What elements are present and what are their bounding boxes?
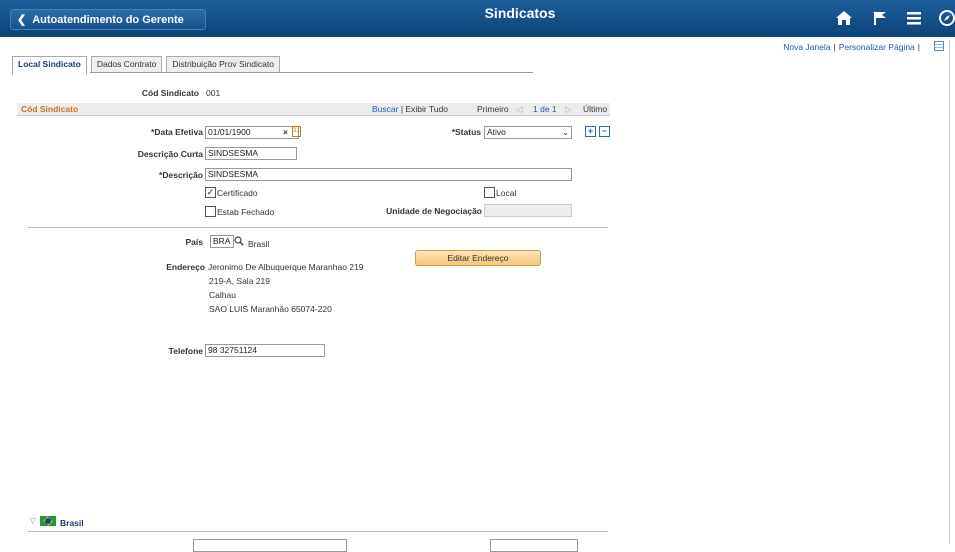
bargaining-unit-label: Unidade de Negociação (386, 206, 482, 216)
country-name: Brasil (248, 239, 270, 249)
bargaining-unit-field (484, 204, 572, 217)
collapse-triangle-icon[interactable]: ▽ (30, 517, 35, 525)
new-window-link[interactable]: Nova Janela (783, 42, 830, 52)
find-link[interactable]: Buscar (372, 104, 398, 114)
menu-icon[interactable] (905, 9, 923, 27)
certified-checkbox[interactable]: ✓ (205, 187, 216, 198)
row-counter: 1 de 1 (533, 104, 557, 114)
address-line-2: 219-A, Sala 219 (209, 276, 270, 286)
tab-distribuicao-prov[interactable]: Distribuição Prov Sindicato (166, 56, 280, 73)
address-label: Endereço (166, 262, 205, 272)
country-code-value: BRA (213, 236, 231, 246)
short-description-value: SINDSESMA (208, 148, 259, 158)
description-input[interactable]: SINDSESMA (205, 168, 572, 181)
description-label: *Descrição (159, 170, 203, 180)
local-label: Local (496, 188, 517, 198)
header-links: Nova Janela | Personalizar Página | (783, 42, 920, 52)
bottom-input-2[interactable] (490, 539, 578, 552)
country-label: País (185, 237, 204, 247)
tab-local-sindicato[interactable]: Local Sindicato (12, 56, 87, 75)
scrollbar[interactable] (949, 40, 950, 544)
status-value: Ativo (487, 127, 506, 137)
navbar-compass-icon[interactable] (938, 9, 955, 27)
bottom-input-1[interactable] (193, 539, 347, 552)
prev-arrow-icon[interactable]: ◁ (516, 104, 523, 115)
status-select[interactable]: Ativo ⌄ (484, 126, 572, 139)
description-value: SINDSESMA (208, 169, 259, 179)
footer-divider (28, 531, 608, 532)
effective-date-label: *Data Efetiva (151, 127, 203, 137)
tab-bar: Local Sindicato Dados Contrato Distribui… (12, 56, 284, 75)
country-section-title[interactable]: Brasil (60, 518, 84, 528)
brazil-flag-icon (40, 516, 56, 526)
home-icon[interactable] (835, 9, 853, 27)
first-label[interactable]: Primeiro (477, 104, 509, 114)
page-title: Sindicatos (484, 5, 556, 21)
add-row-icon[interactable]: + (585, 126, 596, 137)
calendar-icon[interactable]: 31 (292, 126, 301, 137)
top-banner: ❮ Autoatendimento do Gerente Sindicatos (0, 0, 955, 37)
certified-label: Certificado (217, 188, 258, 198)
country-input[interactable]: BRA (210, 235, 234, 248)
phone-label: Telefone (168, 346, 203, 356)
clear-icon[interactable]: × (283, 127, 288, 137)
status-label: *Status (451, 127, 481, 137)
effective-date-value: 01/01/1900 (208, 127, 251, 137)
address-line-3: Calhau (209, 290, 236, 300)
search-icon[interactable] (234, 236, 244, 246)
chevron-left-icon: ❮ (17, 14, 27, 26)
back-button-label: Autoatendimento do Gerente (32, 13, 184, 26)
tab-dados-contrato[interactable]: Dados Contrato (90, 56, 163, 73)
closed-establishment-checkbox[interactable] (205, 206, 216, 217)
short-description-input[interactable]: SINDSESMA (205, 147, 297, 160)
grid-icon[interactable] (934, 41, 944, 51)
section-title: Cód Sindicato (21, 104, 79, 114)
tab-divider (90, 72, 533, 73)
back-button[interactable]: ❮ Autoatendimento do Gerente (10, 9, 206, 30)
key-value: 001 (206, 88, 221, 98)
short-description-label: Descrição Curta (137, 149, 203, 159)
closed-establishment-label: Estab Fechado (217, 207, 275, 217)
next-arrow-icon[interactable]: ▷ (565, 104, 572, 115)
section-divider (28, 227, 608, 228)
local-checkbox[interactable] (484, 187, 495, 198)
delete-row-icon[interactable]: − (599, 126, 610, 137)
view-all-link[interactable]: Exibir Tudo (405, 104, 448, 114)
key-label: Cód Sindicato (141, 88, 199, 98)
chevron-down-icon: ⌄ (562, 128, 569, 137)
edit-address-button[interactable]: Editar Endereço (415, 250, 541, 266)
personalize-page-link[interactable]: Personalizar Página (839, 42, 915, 52)
phone-value: 98 32751124 (208, 345, 258, 355)
section-header: Cód Sindicato Buscar | Exibir Tudo Prime… (17, 103, 610, 116)
address-line-4: SAO LUIS Maranhão 65074-220 (209, 304, 332, 314)
address-line-1: Jeronimo De Albuquerque Maranhao 219 (208, 262, 364, 272)
flag-icon[interactable] (870, 9, 888, 27)
phone-input[interactable]: 98 32751124 (205, 344, 325, 357)
last-label[interactable]: Último (583, 104, 607, 114)
